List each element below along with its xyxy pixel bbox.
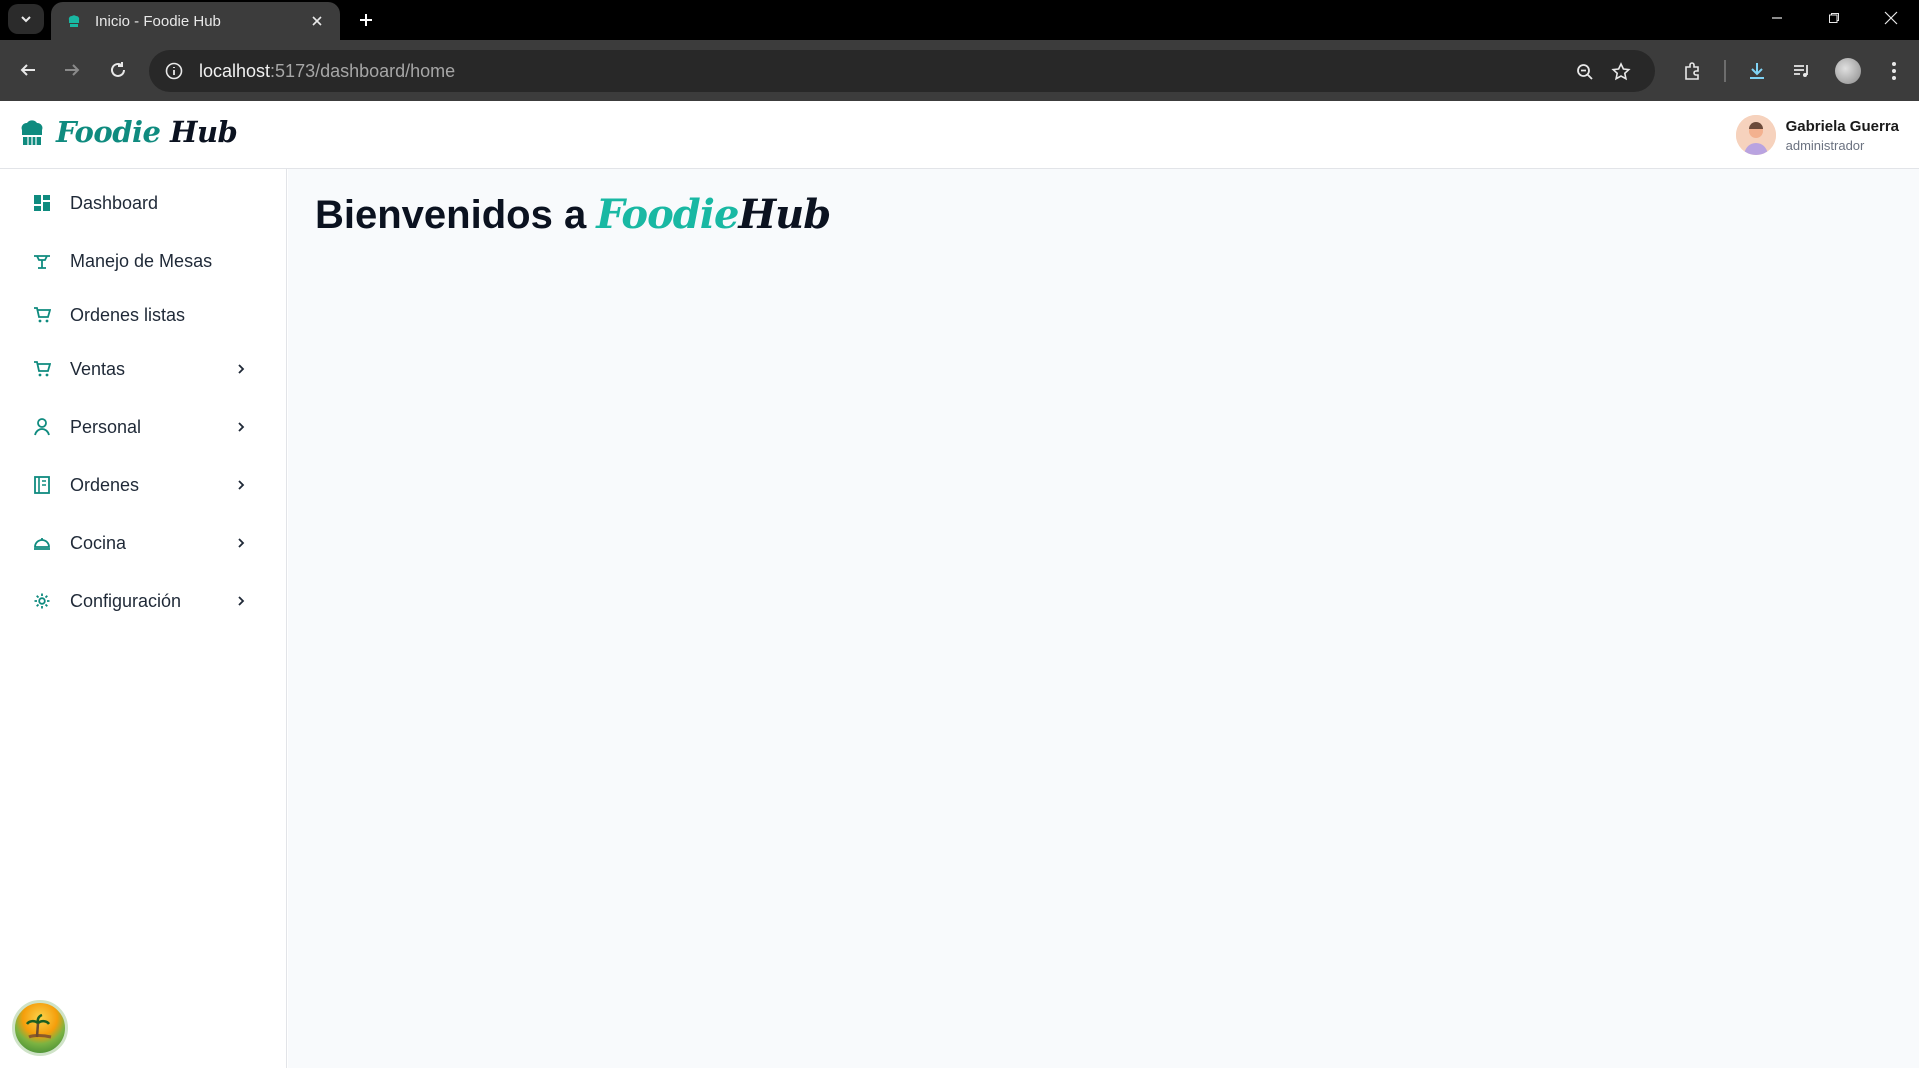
app-header: Foodie Hub Gabriela Guerra administrador — [0, 101, 1919, 169]
avatar[interactable] — [1735, 115, 1776, 155]
address-bar[interactable]: localhost:5173/dashboard/home — [149, 50, 1655, 92]
brand-name: Foodie Hub — [56, 115, 238, 149]
browser-tab[interactable]: Inicio - Foodie Hub — [51, 2, 340, 40]
sidebar-item-label: Cocina — [70, 532, 127, 553]
new-tab-button[interactable] — [352, 6, 380, 34]
restore-icon — [1829, 13, 1839, 23]
welcome-brand: FoodieHub — [596, 191, 831, 238]
brand-hub-text: Hub — [170, 115, 238, 149]
table-icon — [32, 251, 52, 271]
media-control-icon[interactable] — [1788, 57, 1816, 85]
chef-hat-icon — [21, 120, 43, 145]
close-window-button[interactable] — [1868, 4, 1914, 32]
user-avatar-illustration — [1735, 115, 1776, 155]
welcome-hub-text: Hub — [738, 191, 831, 238]
cloche-icon — [32, 533, 52, 553]
sidebar-item-ventas[interactable]: Ventas — [0, 347, 287, 391]
reload-button[interactable] — [102, 54, 134, 86]
chevron-right-icon — [233, 361, 249, 377]
plus-icon — [360, 14, 372, 26]
restore-button[interactable] — [1811, 4, 1857, 32]
url-host: localhost — [199, 60, 271, 81]
download-icon[interactable] — [1743, 57, 1771, 85]
sidebar-item-label: Ordenes — [70, 474, 140, 495]
brand-foodie-text: Foodie — [56, 115, 161, 149]
sidebar-item-ordenes-listas[interactable]: Ordenes listas — [0, 293, 287, 337]
extensions-icon[interactable] — [1678, 57, 1706, 85]
tab-search-button[interactable] — [8, 4, 44, 34]
cart-icon — [32, 305, 52, 325]
gear-icon — [32, 591, 52, 611]
chevron-down-icon — [21, 16, 31, 23]
user-profile[interactable]: Gabriela Guerra administrador — [1735, 115, 1899, 155]
minimize-button[interactable] — [1754, 4, 1800, 32]
sidebar-item-label: Configuración — [70, 590, 182, 611]
chevron-right-icon — [233, 535, 249, 551]
notebook-icon — [32, 475, 52, 495]
close-icon — [1884, 11, 1898, 25]
user-role: administrador — [1785, 137, 1865, 153]
cart-icon — [32, 359, 52, 379]
arrow-left-icon — [20, 64, 35, 76]
browser-tabbar: Inicio - Foodie Hub — [0, 0, 1919, 40]
user-name: Gabriela Guerra — [1785, 117, 1899, 135]
bookmark-star-icon[interactable] — [1609, 60, 1633, 84]
url-path: :5173/dashboard/home — [270, 60, 456, 81]
chevron-right-icon — [233, 477, 249, 493]
sidebar-item-label: Ventas — [70, 358, 126, 379]
more-menu-icon[interactable] — [1880, 57, 1908, 85]
back-button[interactable] — [12, 54, 44, 86]
user-info: Gabriela Guerra administrador — [1786, 118, 1899, 153]
toolbar-divider — [1724, 60, 1726, 82]
sidebar-item-label: Manejo de Mesas — [70, 250, 213, 271]
welcome-prefix: Bienvenidos a — [315, 193, 587, 237]
reload-icon — [111, 62, 125, 77]
page-title: Bienvenidos a FoodieHub — [315, 191, 831, 238]
close-tab-icon[interactable] — [308, 12, 326, 30]
sidebar-item-configuracion[interactable]: Configuración — [0, 579, 287, 623]
sidebar-item-personal[interactable]: Personal — [0, 405, 287, 449]
user-icon — [32, 417, 52, 437]
chef-hat-icon — [65, 12, 83, 30]
sidebar-item-label: Dashboard — [70, 192, 159, 213]
forward-button[interactable] — [56, 54, 88, 86]
beach-logo-icon[interactable] — [12, 1000, 68, 1056]
dashboard-icon — [32, 193, 52, 213]
zoom-icon[interactable] — [1573, 60, 1597, 84]
sidebar-item-cocina[interactable]: Cocina — [0, 521, 287, 565]
sidebar-item-mesas[interactable]: Manejo de Mesas — [0, 239, 287, 283]
browser-toolbar: localhost:5173/dashboard/home — [0, 40, 1919, 101]
sidebar-item-ordenes[interactable]: Ordenes — [0, 463, 287, 507]
sidebar: Dashboard Manejo de Mesas Ordenes listas… — [0, 169, 287, 1068]
arrow-right-icon — [65, 64, 80, 76]
chevron-right-icon — [233, 593, 249, 609]
main-content: Bienvenidos a FoodieHub — [288, 169, 1919, 1068]
sidebar-item-dashboard[interactable]: Dashboard — [0, 181, 287, 225]
tab-title: Inicio - Foodie Hub — [95, 12, 221, 30]
sidebar-item-label: Ordenes listas — [70, 304, 186, 325]
minimize-icon — [1772, 17, 1782, 19]
site-info-icon[interactable] — [163, 60, 185, 82]
welcome-foodie-text: Foodie — [596, 191, 739, 238]
chevron-right-icon — [233, 419, 249, 435]
sidebar-item-label: Personal — [70, 416, 142, 437]
app-root: Foodie Hub Gabriela Guerra administrador — [0, 101, 1919, 1068]
brand-logo[interactable]: Foodie Hub — [18, 115, 238, 149]
profile-avatar-icon[interactable] — [1835, 58, 1861, 84]
